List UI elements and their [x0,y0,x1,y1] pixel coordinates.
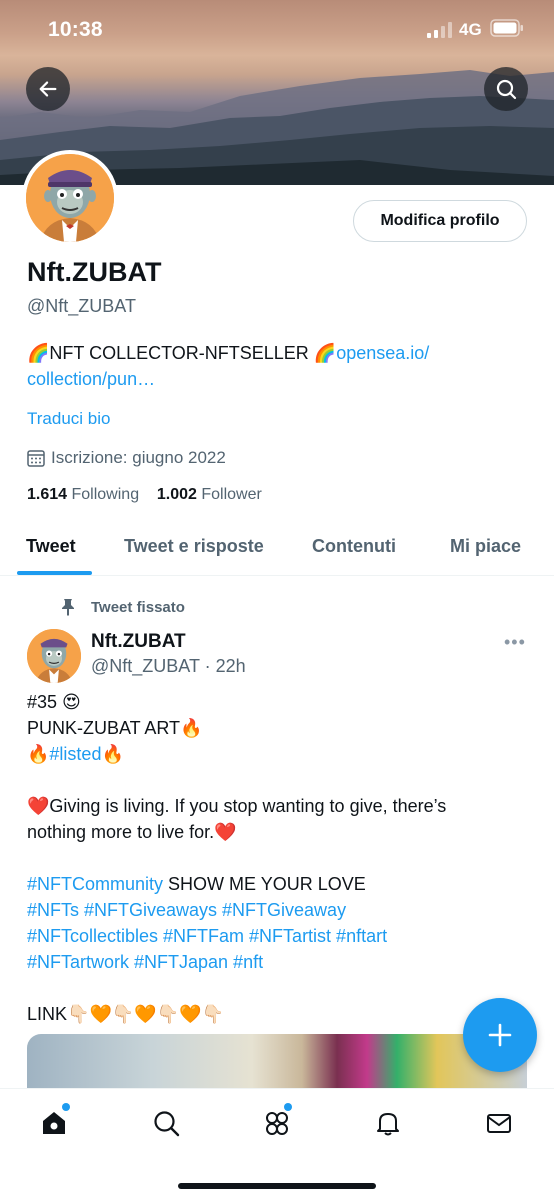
home-icon [43,1112,65,1134]
profile-tabs: Tweet Tweet e risposte Contenuti Mi piac… [0,520,554,576]
pinned-text: Tweet fissato [91,598,185,616]
profile-name: Nft.ZUBAT [27,257,162,287]
tweet-line: 🔥#listed🔥 [27,744,124,764]
search-button[interactable] [484,67,528,111]
home-notification-dot [62,1103,70,1111]
follower-label: Follower [201,486,262,503]
bio-link-line1: opensea.io/ [336,343,430,363]
tweet-hashtags[interactable]: #NFTcollectibles #NFTFam #NFTartist #nft… [27,923,527,949]
status-bar: 10:38 4G [0,0,554,60]
active-tab-indicator [17,571,92,575]
bell-icon [377,1113,399,1136]
signal-icon [427,22,452,38]
tweet-author-name[interactable]: Nft.ZUBAT [91,631,186,653]
tab-mi-piace[interactable]: Mi piace [450,536,521,557]
following-link[interactable]: 1.614 Following [27,486,139,503]
back-button[interactable] [26,67,70,111]
tab-contenuti[interactable]: Contenuti [312,536,396,557]
pinned-label: Tweet fissato [58,597,185,617]
profile-avatar[interactable] [22,150,118,246]
bio-rainbow-emoji-2: 🌈 [313,343,337,363]
follow-stats: 1.614 Following 1.002 Follower [27,486,262,504]
following-label: Following [71,486,140,503]
nav-notifications[interactable] [370,1105,406,1141]
tweet-line: nothing more to live for.❤️ [27,822,237,842]
tweet-line: #NFTCommunity SHOW ME YOUR LOVE [27,874,366,894]
tweet-text: #35 😍 PUNK-ZUBAT ART🔥 🔥#listed🔥 ❤️Giving… [27,689,527,1027]
nav-messages[interactable] [481,1105,517,1141]
communities-notification-dot [284,1103,292,1111]
battery-icon [490,19,523,37]
tweet-hashtags[interactable]: #NFTs #NFTGiveaways #NFTGiveaway [27,897,527,923]
home-indicator [178,1183,376,1189]
edit-profile-button[interactable]: Modifica profilo [353,200,527,242]
ape-avatar-image [26,154,114,242]
bio-rainbow-emoji: 🌈 [27,343,50,363]
nav-search[interactable] [148,1105,184,1141]
communities-icon [266,1112,288,1135]
hashtag-listed[interactable]: #listed [49,744,101,764]
tweet-line: LINK👇🏻🧡👇🏻🧡👇🏻🧡👇🏻 [27,1004,224,1024]
ape-avatar-image [27,629,81,683]
search-icon [154,1111,180,1137]
tweet-line: PUNK-ZUBAT ART🔥 [27,718,203,738]
hashtag-nftcommunity[interactable]: #NFTCommunity [27,874,163,894]
bio-link-line2: collection/pun… [27,369,156,389]
profile-bio: 🌈NFT COLLECTOR-NFTSELLER 🌈opensea.io/col… [27,340,507,392]
tweet-time: · 22h [199,656,246,676]
arrow-left-icon [39,81,57,97]
tweet-line: #35 😍 [27,692,81,712]
status-time: 10:38 [48,18,103,41]
profile-handle: @Nft_ZUBAT [27,296,136,316]
network-label: 4G [459,20,482,39]
tweet-line: ❤️Giving is living. If you stop wanting … [27,796,447,816]
plus-icon [488,1023,512,1047]
tweet-author-meta: @Nft_ZUBAT · 22h [91,656,246,677]
search-icon [496,79,517,100]
bio-text: NFT COLLECTOR-NFTSELLER [49,343,314,363]
follower-count: 1.002 [156,486,197,503]
following-count: 1.614 [27,486,68,503]
tab-tweet-e-risposte[interactable]: Tweet e risposte [124,536,264,557]
pin-icon [62,599,74,616]
follower-link[interactable]: 1.002 Follower [157,486,262,503]
translate-bio-link[interactable]: Traduci bio [27,409,110,429]
compose-tweet-button[interactable] [463,998,537,1072]
tweet-media-image[interactable] [27,1034,527,1094]
tab-tweet[interactable]: Tweet [26,536,76,557]
calendar-icon [27,450,45,467]
tweet-author-handle: @Nft_ZUBAT [91,656,200,676]
mail-icon [487,1114,511,1133]
joined-text: Iscrizione: giugno 2022 [51,448,226,467]
more-options-icon[interactable]: ••• [504,632,526,653]
joined-date: Iscrizione: giugno 2022 [27,448,226,468]
tweet-hashtags[interactable]: #NFTartwork #NFTJapan #nft [27,949,527,975]
tweet-author-avatar[interactable] [27,629,81,683]
